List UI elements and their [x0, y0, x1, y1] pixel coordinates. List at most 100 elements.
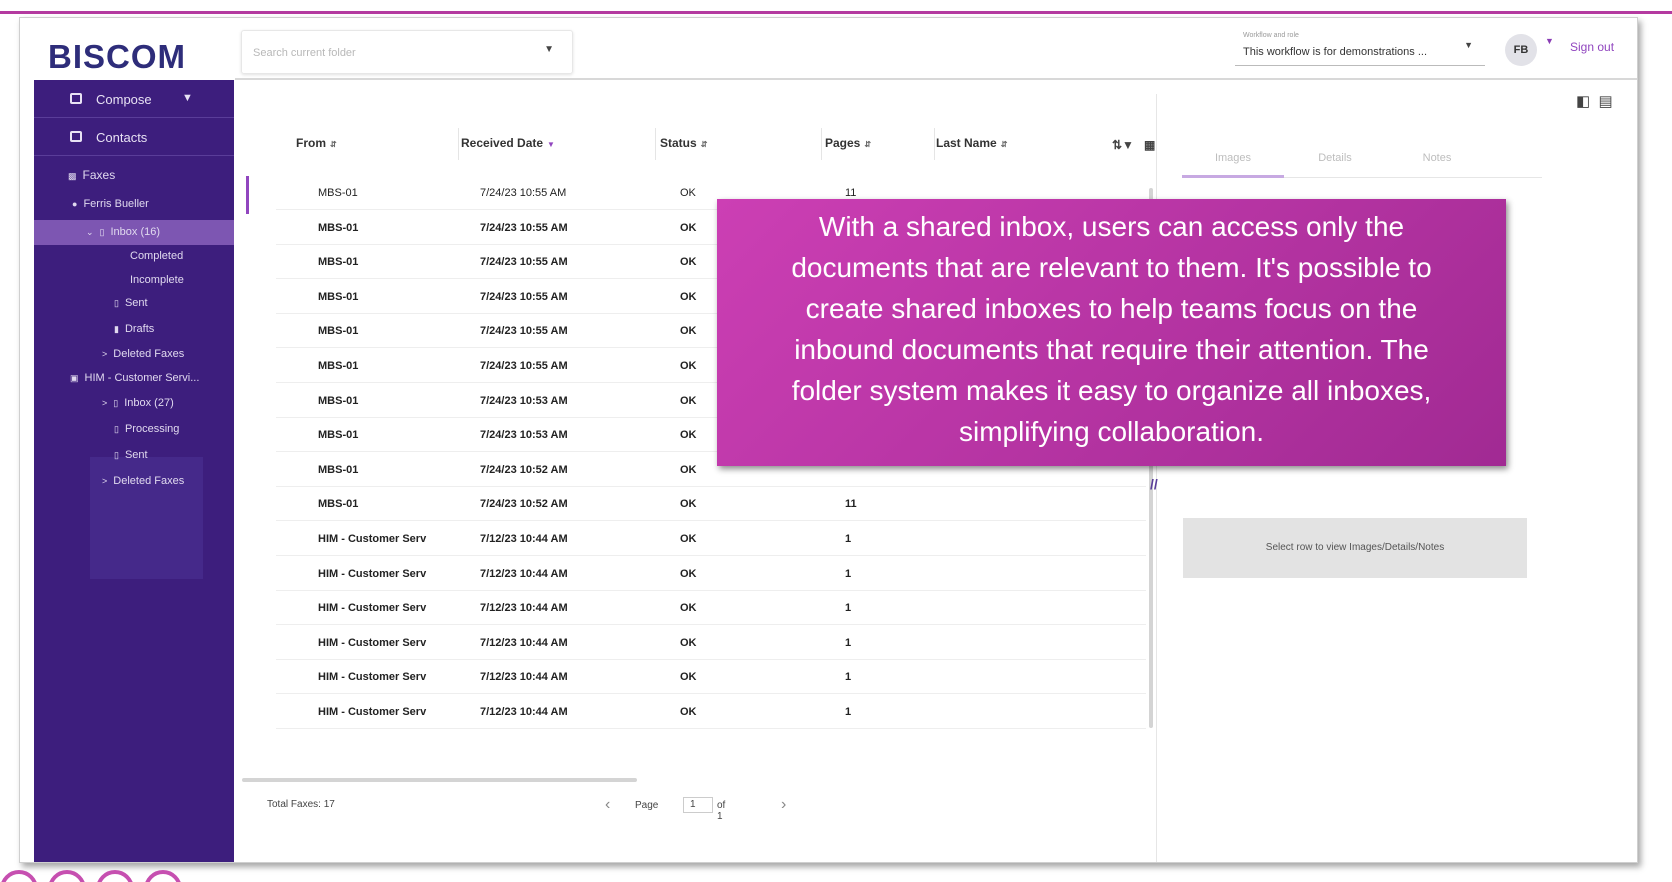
cell-pages: 1 [845, 533, 852, 545]
column-header-received-date[interactable]: Received Date ▼ [461, 128, 656, 160]
split-horizontal-icon[interactable]: ▤ [1599, 93, 1613, 110]
tab-details[interactable]: Details [1284, 152, 1386, 164]
workflow-value: This workflow is for demonstrations ... [1243, 46, 1428, 58]
column-header-from[interactable]: From ⇵ [296, 128, 459, 160]
filter-icon[interactable]: ⇅▼ [1112, 138, 1134, 152]
row-focus-indicator [246, 176, 249, 214]
table-tools: ⇅▼ ▦ [1112, 138, 1155, 152]
split-vertical-icon[interactable]: ◧ [1576, 93, 1590, 110]
cell-status: OK [680, 187, 696, 199]
callout-line: inbound documents that require their att… [794, 334, 1429, 365]
contacts-label: Contacts [96, 130, 148, 145]
chevron-down-icon[interactable]: ▼ [1545, 36, 1554, 46]
compose-button[interactable]: Compose ▼ [34, 80, 234, 118]
table-row[interactable]: HIM - Customer Serv 7/12/23 10:44 AM OK 1 [276, 695, 1146, 729]
table-row[interactable]: HIM - Customer Serv 7/12/23 10:44 AM OK 1 [276, 522, 1146, 556]
page-number-input[interactable]: 1 [683, 797, 713, 813]
table-row[interactable]: MBS-01 7/24/23 10:52 AM OK 11 [276, 487, 1146, 522]
cell-status: OK [680, 706, 697, 718]
cell-status: OK [680, 567, 697, 580]
chevron-right-icon[interactable]: › [781, 796, 786, 814]
total-faxes: Total Faxes: 17 [267, 799, 335, 810]
sort-icon: ⇵ [700, 140, 708, 149]
cell-pages: 11 [845, 498, 857, 511]
sign-out-link[interactable]: Sign out [1570, 40, 1614, 54]
active-tab-indicator [1182, 175, 1284, 178]
cell-status: OK [680, 636, 697, 649]
top-accent-line [0, 11, 1672, 14]
chevron-down-icon: ▼ [1464, 40, 1473, 50]
callout-line: create shared inboxes to help teams focu… [805, 293, 1418, 324]
table-row[interactable]: HIM - Customer Serv 7/12/23 10:44 AM OK 1 [276, 557, 1146, 591]
column-header-last-name[interactable]: Last Name ⇵ [936, 128, 1066, 160]
cell-from: MBS-01 [318, 256, 359, 269]
sidebar-item-deleted-faxes-shared[interactable]: > Deleted Faxes [102, 470, 184, 492]
sidebar-item-inbox-16[interactable]: ⌄ ▯ Inbox (16) [86, 221, 160, 243]
column-label: Status [660, 136, 697, 150]
panel-layout-icons: ◧ ▤ [1576, 92, 1613, 110]
sidebar-item-sent-shared[interactable]: ▯ Sent [114, 444, 148, 466]
sidebar-item-incomplete[interactable]: Incomplete [130, 269, 184, 291]
sidebar-item-drafts[interactable]: ▮ Drafts [114, 318, 154, 340]
workflow-select[interactable]: Workflow and role This workflow is for d… [1235, 30, 1485, 66]
tree-label: Inbox (16) [110, 226, 161, 238]
contacts-button[interactable]: Contacts [34, 118, 234, 156]
cell-from: MBS-01 [318, 360, 359, 372]
cell-received-date: 7/24/23 10:55 AM [480, 187, 567, 199]
avatar[interactable]: FB [1505, 34, 1537, 66]
search-placeholder: Search current folder [253, 47, 356, 59]
cell-received-date: 7/12/23 10:44 AM [480, 602, 568, 615]
callout-line: With a shared inbox, users can access on… [818, 211, 1405, 242]
sidebar-item-deleted-faxes[interactable]: > Deleted Faxes [102, 343, 184, 365]
sidebar-item-processing[interactable]: ▯ Processing [114, 418, 179, 440]
cell-received-date: 7/24/23 10:55 AM [480, 256, 568, 269]
sidebar-item-faxes[interactable]: ▩ Faxes [68, 164, 115, 186]
sort-icon: ⇵ [330, 140, 337, 149]
sort-icon: ⇵ [1000, 140, 1008, 149]
cell-status: OK [680, 256, 697, 269]
chevron-left-icon[interactable]: ‹ [605, 796, 610, 814]
chevron-down-icon[interactable]: ▼ [544, 44, 554, 55]
empty-detail-message: Select row to view Images/Details/Notes [1183, 518, 1527, 578]
sort-icon: ⇵ [864, 140, 872, 149]
sidebar-item-sent[interactable]: ▯ Sent [114, 292, 148, 314]
cell-status: OK [680, 463, 697, 476]
cell-pages: 11 [845, 187, 857, 199]
tab-notes[interactable]: Notes [1386, 152, 1488, 164]
cell-status: OK [680, 429, 697, 442]
cell-pages: 1 [845, 706, 852, 718]
table-row[interactable]: HIM - Customer Serv 7/12/23 10:44 AM OK 1 [276, 660, 1146, 695]
sidebar-item-him-customer-service[interactable]: ▣ HIM - Customer Servi... [70, 367, 199, 389]
cell-from: MBS-01 [318, 429, 359, 442]
callout-line: folder system makes it easy to organize … [791, 375, 1432, 406]
cell-status: OK [680, 602, 697, 615]
cell-status: OK [680, 360, 697, 372]
inbox-icon: ▯ [114, 298, 119, 308]
cell-status: OK [680, 221, 697, 234]
column-chooser-icon[interactable]: ▦ [1144, 138, 1155, 152]
tree-label: Sent [124, 449, 148, 461]
cell-status: OK [680, 290, 697, 303]
table-row[interactable]: HIM - Customer Serv 7/12/23 10:44 AM OK 1 [276, 626, 1146, 660]
column-header-pages[interactable]: Pages ⇵ [825, 128, 935, 160]
callout-line: simplifying collaboration. [958, 416, 1265, 447]
cell-received-date: 7/24/23 10:53 AM [480, 394, 568, 407]
sidebar-item-completed[interactable]: Completed [130, 245, 183, 267]
tree-label: HIM - Customer Servi... [84, 372, 200, 384]
sidebar-item-ferris-bueller[interactable]: ● Ferris Bueller [72, 193, 149, 215]
column-header-status[interactable]: Status ⇵ [660, 128, 822, 160]
horizontal-scrollbar[interactable] [242, 778, 637, 782]
cell-received-date: 7/24/23 10:52 AM [480, 498, 568, 511]
cell-from: HIM - Customer Serv [318, 533, 427, 545]
biscom-logo: BISCOM [48, 38, 186, 75]
search-input[interactable]: Search current folder ▼ [241, 30, 573, 74]
column-label: From [296, 136, 326, 150]
cell-received-date: 7/12/23 10:44 AM [480, 636, 568, 649]
inbox-icon: ▯ [114, 424, 119, 434]
table-row[interactable]: HIM - Customer Serv 7/12/23 10:44 AM OK 1 [276, 591, 1146, 626]
sidebar-item-inbox-27[interactable]: > ▯ Inbox (27) [102, 392, 174, 414]
tree-label: Ferris Bueller [83, 198, 149, 210]
cell-from: HIM - Customer Serv [318, 567, 427, 580]
resize-handle-icon[interactable]: // [1150, 476, 1158, 492]
tab-images[interactable]: Images [1182, 152, 1284, 164]
